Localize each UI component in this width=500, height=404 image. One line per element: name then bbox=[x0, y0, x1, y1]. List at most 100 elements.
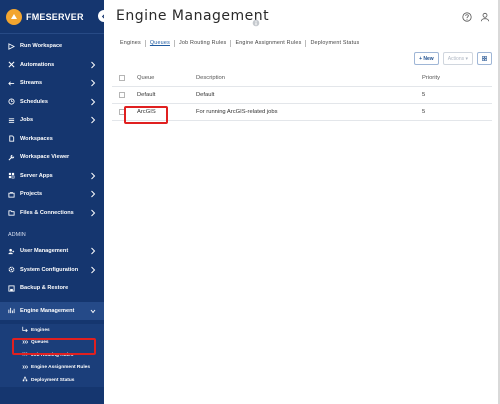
clock-icon bbox=[8, 98, 18, 105]
queue-description: For running ArcGIS-related jobs bbox=[196, 109, 278, 115]
chevron-right-icon bbox=[90, 266, 96, 276]
chevron-right-icon bbox=[90, 116, 96, 126]
select-all-cell bbox=[112, 75, 132, 81]
sidebar-item-jobs[interactable]: Jobs bbox=[0, 111, 104, 130]
wrench-icon bbox=[8, 154, 18, 161]
sidebar-item-label: System Configuration bbox=[20, 266, 79, 273]
engine-management-submenu: Engines Queues Job Routing Rules Engine … bbox=[0, 324, 104, 387]
sidebar-item-label: Files & Connections bbox=[20, 209, 74, 216]
chevron-right-icon bbox=[90, 247, 96, 257]
sidebar-item-label: Engine Management bbox=[20, 307, 75, 314]
sidebar-subitem-label: Engine Assignment Rules bbox=[31, 365, 90, 371]
tab-job-routing-rules[interactable]: Job Routing Rules bbox=[175, 40, 232, 47]
chevron-right-icon bbox=[90, 190, 96, 200]
new-button[interactable]: + New bbox=[414, 52, 439, 65]
actions-dropdown[interactable]: Actions ▾ bbox=[442, 52, 473, 65]
user-account-icon[interactable] bbox=[480, 9, 490, 27]
brand-name: FMESERVER bbox=[26, 11, 84, 22]
sidebar-subitem-deployment-status[interactable]: Deployment Status bbox=[0, 374, 104, 387]
routing-icon bbox=[22, 351, 29, 359]
sidebar-item-label: Jobs bbox=[20, 117, 34, 124]
folder-icon bbox=[8, 209, 18, 216]
table-row[interactable]: ArcGIS For running ArcGIS-related jobs 5 bbox=[112, 104, 492, 121]
row-select-cell bbox=[112, 92, 132, 98]
sidebar-subitem-label: Deployment Status bbox=[31, 377, 75, 383]
help-icon[interactable] bbox=[462, 9, 472, 27]
sidebar-subitem-engines[interactable]: Engines bbox=[0, 324, 104, 337]
table-header: Queue Description Priority bbox=[112, 70, 492, 87]
sidebar-item-backup-restore[interactable]: Backup & Restore bbox=[0, 279, 104, 298]
select-all-checkbox[interactable] bbox=[119, 75, 125, 81]
sidebar-subitem-label: Job Routing Rules bbox=[31, 352, 74, 358]
briefcase-icon bbox=[8, 191, 18, 198]
chevron-right-icon bbox=[90, 79, 96, 89]
sidebar-item-projects[interactable]: Projects bbox=[0, 185, 104, 204]
sidebar: FMESERVER Run Workspace Automations Stre… bbox=[0, 0, 104, 404]
queues-table: Queue Description Priority Default Defau… bbox=[112, 70, 492, 121]
assignment-icon bbox=[22, 364, 29, 372]
sidebar-item-run-workspace[interactable]: Run Workspace bbox=[0, 37, 104, 56]
toolbar: + New Actions ▾ bbox=[414, 52, 492, 65]
sidebar-subitem-queues[interactable]: Queues bbox=[0, 336, 104, 349]
user-icon bbox=[8, 248, 18, 255]
collapse-sidebar-button[interactable] bbox=[98, 10, 104, 22]
sidebar-item-system-configuration[interactable]: System Configuration bbox=[0, 261, 104, 280]
queue-name[interactable]: Default bbox=[132, 92, 196, 98]
sidebar-item-label: Run Workspace bbox=[20, 43, 63, 50]
sidebar-item-label: Streams bbox=[20, 80, 43, 87]
sidebar-item-label: Schedules bbox=[20, 98, 48, 105]
sidebar-item-engine-management[interactable]: Engine Management bbox=[0, 301, 104, 320]
stream-icon bbox=[8, 80, 18, 87]
tab-engine-assignment-rules[interactable]: Engine Assignment Rules bbox=[231, 40, 307, 47]
deployment-icon bbox=[22, 376, 28, 384]
sidebar-item-label: Workspace Viewer bbox=[20, 154, 70, 161]
sidebar-item-label: Automations bbox=[20, 61, 55, 68]
backup-icon bbox=[8, 285, 18, 292]
info-icon[interactable] bbox=[252, 14, 260, 32]
arrow-icon bbox=[22, 326, 28, 334]
page-title: Engine Management bbox=[116, 8, 270, 24]
sidebar-item-streams[interactable]: Streams bbox=[0, 74, 104, 93]
sidebar-subitem-engine-assignment-rules[interactable]: Engine Assignment Rules bbox=[0, 361, 104, 374]
queue-priority: 5 bbox=[422, 92, 426, 98]
column-header-queue[interactable]: Queue bbox=[132, 75, 196, 81]
tab-deployment-status[interactable]: Deployment Status bbox=[306, 40, 363, 47]
main-nav: Run Workspace Automations Streams Schedu… bbox=[0, 37, 104, 222]
queue-priority: 5 bbox=[422, 109, 426, 115]
apps-icon bbox=[8, 172, 18, 179]
play-icon bbox=[8, 42, 18, 50]
brand[interactable]: FMESERVER bbox=[0, 0, 104, 34]
tab-engines[interactable]: Engines bbox=[116, 40, 146, 47]
column-settings-button[interactable] bbox=[477, 52, 492, 65]
tab-queues[interactable]: Queues bbox=[146, 40, 175, 47]
automation-icon bbox=[8, 61, 18, 68]
queue-name[interactable]: ArcGIS bbox=[132, 109, 196, 115]
queue-icon bbox=[22, 339, 29, 347]
sidebar-item-label: Projects bbox=[20, 191, 43, 198]
row-checkbox[interactable] bbox=[119, 92, 125, 98]
sidebar-item-schedules[interactable]: Schedules bbox=[0, 93, 104, 112]
fme-logo-icon bbox=[6, 8, 22, 25]
gear-icon bbox=[8, 266, 18, 273]
tab-bar: Engines Queues Job Routing Rules Engine … bbox=[116, 40, 363, 47]
queue-description: Default bbox=[196, 92, 215, 98]
column-header-description[interactable]: Description bbox=[196, 75, 422, 81]
chevron-right-icon bbox=[90, 98, 96, 108]
sidebar-subitem-label: Engines bbox=[31, 327, 50, 333]
row-checkbox[interactable] bbox=[119, 109, 125, 115]
chevron-left-icon bbox=[101, 13, 104, 19]
sidebar-item-label: Server Apps bbox=[20, 172, 53, 179]
grid-icon bbox=[482, 56, 487, 61]
column-header-priority[interactable]: Priority bbox=[422, 75, 492, 81]
sidebar-item-label: Workspaces bbox=[20, 135, 53, 142]
sidebar-item-label: Backup & Restore bbox=[20, 285, 69, 292]
sidebar-item-server-apps[interactable]: Server Apps bbox=[0, 167, 104, 186]
table-row[interactable]: Default Default 5 bbox=[112, 87, 492, 104]
sidebar-item-workspace-viewer[interactable]: Workspace Viewer bbox=[0, 148, 104, 167]
sidebar-item-automations[interactable]: Automations bbox=[0, 56, 104, 75]
sidebar-item-user-management[interactable]: User Management bbox=[0, 242, 104, 261]
chevron-right-icon bbox=[90, 172, 96, 182]
sidebar-item-files-connections[interactable]: Files & Connections bbox=[0, 204, 104, 223]
sidebar-subitem-job-routing-rules[interactable]: Job Routing Rules bbox=[0, 349, 104, 362]
sidebar-item-workspaces[interactable]: Workspaces bbox=[0, 130, 104, 149]
